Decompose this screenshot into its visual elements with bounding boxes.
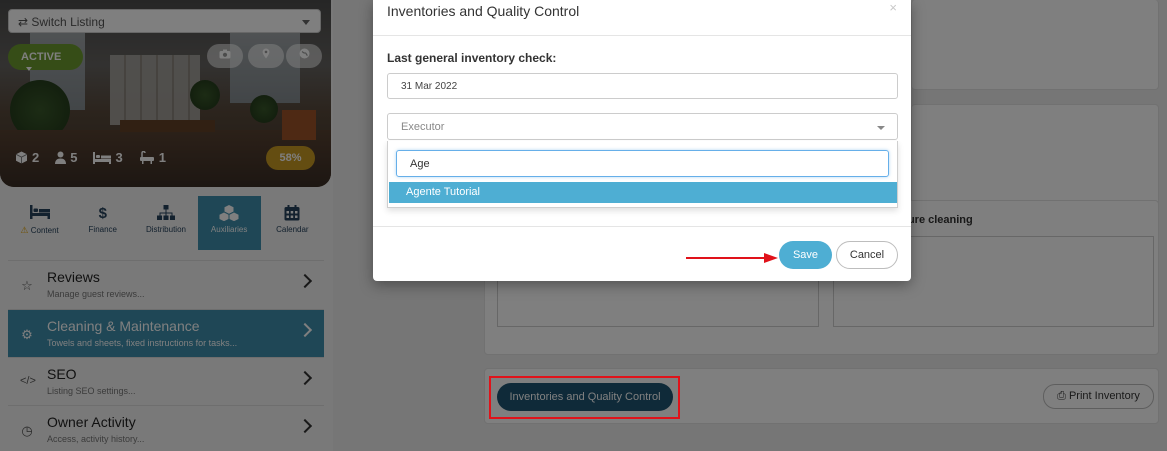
- last-check-date-input[interactable]: 31 Mar 2022: [387, 73, 898, 99]
- executor-option[interactable]: Agente Tutorial: [389, 182, 897, 203]
- last-check-label: Last general inventory check:: [387, 51, 557, 65]
- divider: [373, 226, 911, 227]
- executor-placeholder: Executor: [401, 121, 445, 133]
- executor-select[interactable]: Executor: [387, 113, 898, 140]
- highlight-box: [489, 376, 680, 419]
- divider: [373, 35, 911, 36]
- close-icon[interactable]: ×: [889, 0, 897, 15]
- cancel-button[interactable]: Cancel: [836, 241, 898, 269]
- chevron-down-icon: [877, 126, 885, 130]
- arrow-annotation: [686, 253, 778, 263]
- executor-dropdown: Age Agente Tutorial: [387, 141, 898, 208]
- modal-title: Inventories and Quality Control: [387, 3, 580, 19]
- save-button[interactable]: Save: [779, 241, 832, 269]
- inventory-modal: Inventories and Quality Control × Last g…: [373, 0, 911, 281]
- executor-search-input[interactable]: Age: [396, 150, 889, 177]
